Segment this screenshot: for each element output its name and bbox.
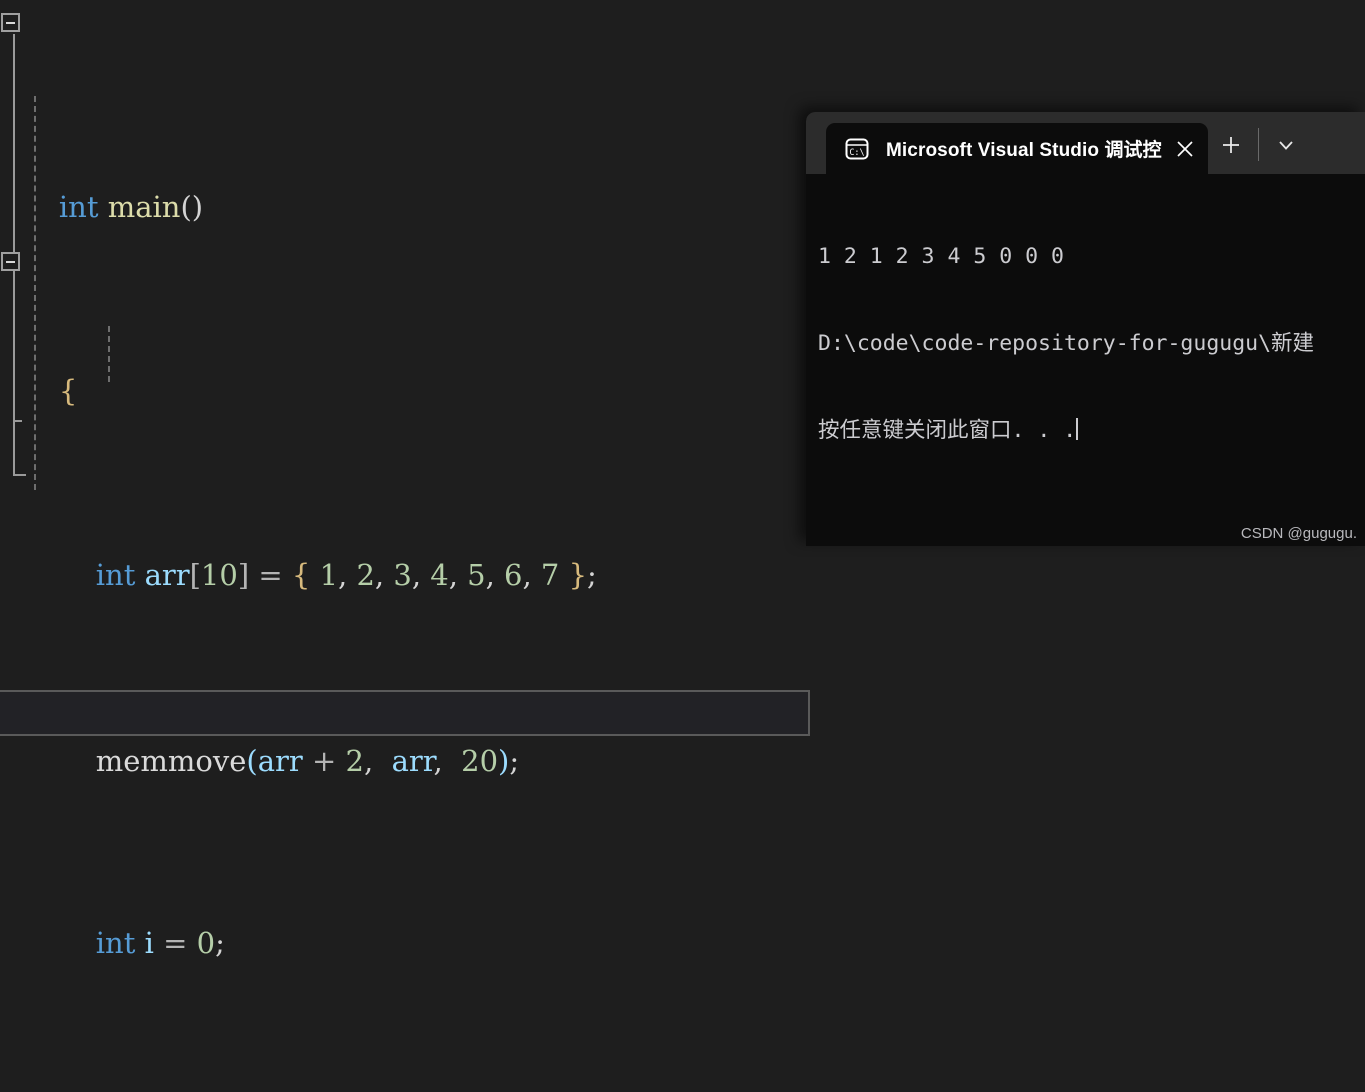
watermark-text: CSDN @gugugu. xyxy=(1240,525,1357,542)
console-tabbar-actions xyxy=(1208,119,1309,174)
chevron-down-icon[interactable] xyxy=(1263,128,1309,162)
console-output-line: 1 2 1 2 3 4 5 0 0 0 xyxy=(818,244,1064,269)
close-tab-icon[interactable] xyxy=(1162,123,1208,174)
terminal-cmd-icon: C:\ xyxy=(845,138,869,159)
console-output-area[interactable]: 1 2 1 2 3 4 5 0 0 0 D:\code\code-reposit… xyxy=(806,174,1365,546)
code-line[interactable]: int i = 0; xyxy=(0,874,1365,960)
indent-guide-inner xyxy=(108,326,110,382)
console-tab[interactable]: C:\ Microsoft Visual Studio 调试控 xyxy=(826,123,1208,174)
svg-text:C:\: C:\ xyxy=(849,148,864,158)
new-tab-icon[interactable] xyxy=(1208,128,1254,162)
console-titlebar[interactable]: C:\ Microsoft Visual Studio 调试控 xyxy=(806,112,1365,174)
console-prompt-text: 按任意键关闭此窗口. . . xyxy=(818,418,1077,443)
code-line-current[interactable]: memmove(arr + 2, arr, 20); xyxy=(0,690,810,778)
tabbar-divider xyxy=(1257,128,1259,161)
text-caret xyxy=(1076,418,1079,440)
console-output-line-with-caret: 按任意键关闭此窗口. . . xyxy=(818,416,1365,445)
code-line[interactable]: for (i = 0; i < 10; i++) xyxy=(0,1058,1365,1092)
console-output-line: D:\code\code-repository-for-gugugu\新建 xyxy=(818,331,1315,356)
console-tab-title: Microsoft Visual Studio 调试控 xyxy=(886,140,1162,161)
console-window[interactable]: C:\ Microsoft Visual Studio 调试控 1 2 1 2 … xyxy=(806,112,1365,546)
